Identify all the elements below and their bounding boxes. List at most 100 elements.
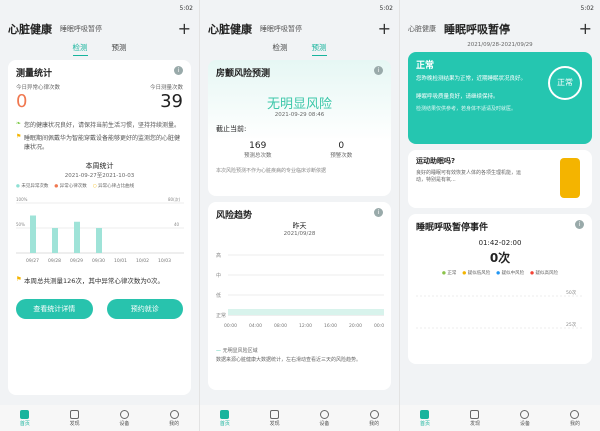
warn-count-block[interactable]: 0 预警次数 — [300, 141, 384, 159]
screen-detection: 5:02 心脏健康 睡眠呼吸暂停 + 检测 预测 测量统计 i 今日异常心律次数… — [0, 0, 200, 431]
promo-title: 运动助眠吗? — [416, 157, 456, 165]
tab-predict[interactable]: 预测 — [112, 42, 127, 56]
book-visit-button[interactable]: 预约就诊 — [106, 299, 183, 319]
abnormal-value: 0 — [16, 91, 28, 112]
x-tick-label: 10/03 — [158, 258, 171, 264]
event-time: 01:42-02:00 — [478, 239, 522, 247]
nav-home[interactable]: 首页 — [420, 409, 430, 427]
add-icon[interactable]: + — [378, 21, 391, 37]
weekly-chart: 100% 50% 80(次) 40 09/27 09/28 09/29 09/30 10… — [16, 196, 184, 264]
risk-result: 无明显风险 — [266, 97, 332, 112]
watch-icon — [520, 409, 530, 419]
x-tick-label: 09/29 — [70, 258, 83, 264]
profile-icon — [570, 409, 580, 419]
svg-text:中: 中 — [216, 272, 221, 279]
measure-label: 今日测量次数 — [149, 85, 183, 91]
card-title: 房颤风险预测 — [216, 69, 271, 79]
date-range: 2021/09/28-2021/09/29 — [467, 42, 533, 48]
predict-label: 预测总次数 — [243, 153, 272, 159]
x-tick-label: 00:00 — [374, 323, 384, 329]
nav-discover[interactable]: 发现 — [70, 409, 80, 427]
nav-home[interactable]: 首页 — [220, 409, 230, 427]
warn-label: 预警次数 — [330, 153, 353, 159]
screen-prediction: 5:02 心脏健康 睡眠呼吸暂停 + 检测 预测 房颤风险预测 i 无明显风险 … — [200, 0, 400, 431]
flag-icon: ⚑ — [16, 133, 22, 140]
add-icon[interactable]: + — [579, 21, 592, 37]
add-icon[interactable]: + — [178, 21, 191, 37]
x-tick-label: 08:00 — [274, 323, 287, 329]
screen-sleep-apnea: 5:02 心脏健康 睡眠呼吸暂停 + 2021/09/28-2021/09/29… — [400, 0, 600, 431]
nav-home[interactable]: 首页 — [20, 409, 30, 427]
trend-day: 昨天 — [292, 222, 307, 230]
bottom-nav: 首页 发现 设备 我的 — [0, 405, 199, 431]
x-tick-label: 16:00 — [324, 323, 337, 329]
chart-bar — [52, 228, 58, 253]
chart-bar — [30, 215, 36, 253]
home-icon — [220, 409, 230, 419]
tip-2: ⚑ 睡眠期间佩戴华为智能穿戴设备能够更好的监测您的心脏健康状况。 — [16, 133, 183, 151]
card-title: 睡眠呼吸暂停事件 — [416, 223, 489, 233]
trend-legend: — 无明显风险区域 — [216, 348, 258, 354]
nav-device[interactable]: 设备 — [319, 409, 329, 427]
page-title: 心脏健康 — [8, 23, 52, 36]
nav-discover[interactable]: 发现 — [470, 409, 480, 427]
flag-icon: ⚑ — [16, 275, 22, 283]
status-text: 您昨晚检测结果为正常，近期睡眠状况良好。 — [416, 76, 527, 82]
x-tick-label: 20:00 — [349, 323, 362, 329]
legend-low: ● 疑似低风险 — [462, 271, 491, 276]
nav-me[interactable]: 我的 — [369, 409, 379, 427]
predict-count: 169 — [249, 141, 267, 151]
chart-bar — [74, 221, 80, 253]
nav-device[interactable]: 设备 — [520, 409, 530, 427]
info-icon[interactable]: i — [174, 66, 183, 75]
nav-me[interactable]: 我的 — [570, 409, 580, 427]
info-icon[interactable]: i — [374, 66, 383, 75]
event-chart: 50次 25次 — [416, 289, 584, 329]
event-legend: ● 正常 ● 疑似低风险 ● 疑似中风险 ● 疑似高风险 — [416, 270, 584, 276]
risk-card: 房颤风险预测 i 无明显风险 2021-09-29 08:46 截止当前: 16… — [208, 60, 391, 196]
discover-icon — [470, 409, 480, 419]
measure-value: 39 — [160, 91, 183, 112]
summary: ⚑ 本周总共测量126次，其中异常心律次数为0次。 — [16, 275, 183, 285]
view-stats-button[interactable]: 查看统计详情 — [16, 299, 93, 319]
summary-text: 本周总共测量126次，其中异常心律次数为0次。 — [24, 277, 165, 285]
legend-normal: ● 未见异常次数 — [16, 184, 49, 189]
bottom-nav: 首页 发现 设备 我的 — [400, 405, 600, 431]
svg-text:100%: 100% — [16, 197, 28, 202]
as-of-label: 截止当前: — [216, 125, 247, 133]
subtab-heart[interactable]: 心脏健康 — [408, 24, 436, 34]
info-icon[interactable]: i — [575, 220, 584, 229]
legend-mid: ● 疑似中风险 — [496, 271, 525, 276]
nav-device[interactable]: 设备 — [119, 409, 129, 427]
svg-text:50%: 50% — [16, 222, 25, 227]
warn-count: 0 — [338, 141, 345, 151]
card-title: 测量统计 — [16, 69, 53, 79]
info-icon[interactable]: i — [374, 208, 383, 217]
leaf-icon: ❧ — [16, 120, 22, 127]
svg-text:80(次): 80(次) — [168, 196, 181, 202]
status-card: 正常 您昨晚检测结果为正常，近期睡眠状况良好。 正常 睡眠呼吸质量良好，请继续保… — [408, 52, 592, 144]
discover-icon — [270, 409, 280, 419]
subtab-sleep-apnea[interactable]: 睡眠呼吸暂停 — [260, 24, 302, 34]
svg-text:高: 高 — [216, 252, 221, 259]
tab-predict[interactable]: 预测 — [311, 42, 327, 56]
tab-detect[interactable]: 检测 — [273, 42, 288, 56]
stats-card: 测量统计 i 今日异常心律次数 0 今日测量次数 39 ❧ 您的健康状况良好，请… — [8, 60, 191, 395]
status-bar: 5:02 — [0, 0, 199, 16]
svg-text:低: 低 — [216, 292, 221, 299]
tab-detect[interactable]: 检测 — [72, 42, 88, 56]
nav-me[interactable]: 我的 — [169, 409, 179, 427]
page-title: 心脏健康 — [208, 23, 252, 36]
svg-text:40: 40 — [174, 222, 180, 227]
trend-date: 2021/09/28 — [283, 231, 316, 237]
subtab-sleep-apnea[interactable]: 睡眠呼吸暂停 — [60, 24, 102, 34]
chart-legend: ● 未见异常次数 ● 异常心律次数 ○ 异常心律占比曲线 — [16, 183, 183, 189]
svg-text:正常: 正常 — [216, 312, 226, 319]
tip-1: ❧ 您的健康状况良好，请保持当前生活习惯，坚持持续测量。 — [16, 120, 183, 129]
predict-count-block[interactable]: 169 预测总次数 — [216, 141, 300, 159]
trend-card: 风险趋势 i 昨天 2021/09/28 高 中 低 正常 00:00 04:00… — [208, 202, 391, 390]
trend-note: 数据来源心脏健康大数据统计，左右滑动查看近三天的风险趋势。 — [216, 357, 362, 363]
promo-card[interactable]: 运动助眠吗? 良好的睡眠可有效恢复人体的各项生理机能，运动，特别是有氧... — [408, 150, 592, 208]
tip-2-text: 睡眠期间佩戴华为智能穿戴设备能够更好的监测您的心脏健康状况。 — [24, 135, 181, 151]
nav-discover[interactable]: 发现 — [270, 409, 280, 427]
